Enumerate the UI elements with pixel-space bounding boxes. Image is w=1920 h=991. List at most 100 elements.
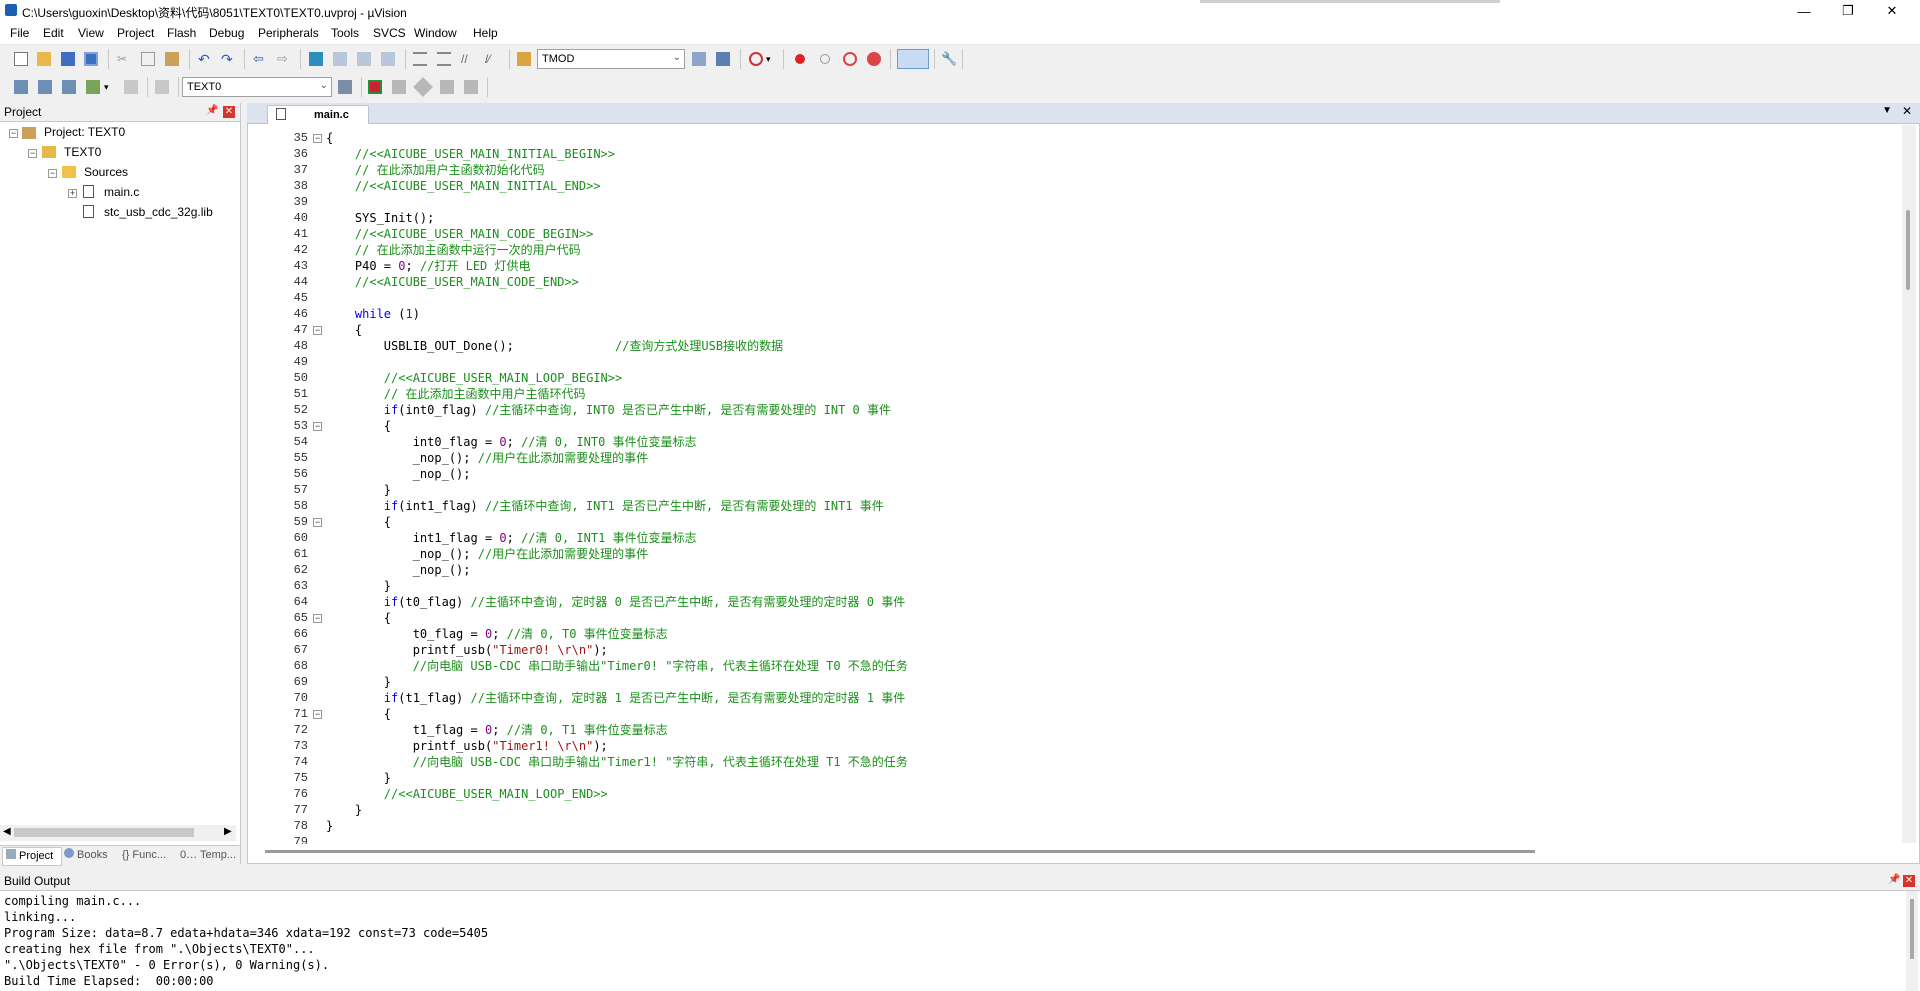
pin-icon[interactable]: 📌 <box>206 105 218 116</box>
code-line[interactable]: // 在此添加用户主函数初始化代码 <box>326 162 545 178</box>
unindent-icon[interactable] <box>437 52 451 66</box>
stop-build-icon[interactable] <box>124 80 138 94</box>
pack-installer-icon[interactable] <box>413 77 433 97</box>
navigate-back-icon[interactable]: ⇦ <box>253 52 267 66</box>
code-line[interactable]: //向电脑 USB-CDC 串口助手输出"Timer0! "字符串, 代表主循环… <box>326 658 908 674</box>
debug-dropdown-icon[interactable]: ▾ <box>766 52 780 66</box>
tab-project[interactable]: Project <box>2 847 62 866</box>
window-layout-button[interactable] <box>897 49 929 69</box>
incremental-find-icon[interactable] <box>716 52 730 66</box>
configure-icon[interactable]: 🔧 <box>941 52 957 66</box>
find-combo[interactable]: TMOD ⌄ <box>537 49 685 69</box>
code-line[interactable]: //<<AICUBE_USER_MAIN_CODE_BEGIN>> <box>326 226 593 242</box>
tab-templates[interactable]: 0… Temp... <box>180 847 240 864</box>
find-icon[interactable] <box>692 52 706 66</box>
manage-project-items-icon[interactable] <box>368 80 382 94</box>
menu-project[interactable]: Project <box>117 26 154 40</box>
code-line[interactable]: // 在此添加主函数中运行一次的用户代码 <box>326 242 581 258</box>
copy-icon[interactable] <box>141 52 155 66</box>
menu-peripherals[interactable]: Peripherals <box>258 26 319 40</box>
code-line[interactable]: { <box>326 322 362 338</box>
editor-vscrollbar[interactable] <box>1902 125 1916 843</box>
code-line[interactable]: //<<AICUBE_USER_MAIN_CODE_END>> <box>326 274 579 290</box>
code-line[interactable]: printf_usb("Timer1! \r\n"); <box>326 738 608 754</box>
code-line[interactable]: //向电脑 USB-CDC 串口助手输出"Timer1! "字符串, 代表主循环… <box>326 754 908 770</box>
code-line[interactable]: SYS_Init(); <box>326 210 434 226</box>
insert-bookmark-icon[interactable] <box>309 52 323 66</box>
code-line[interactable]: //<<AICUBE_USER_MAIN_INITIAL_END>> <box>326 178 601 194</box>
disable-breakpoint-icon[interactable] <box>820 54 830 64</box>
code-line[interactable]: int0_flag = 0; //清 0, INT0 事件位变量标志 <box>326 434 697 450</box>
code-line[interactable]: } <box>326 802 362 818</box>
save-icon[interactable] <box>61 52 75 66</box>
code-line[interactable]: printf_usb("Timer0! \r\n"); <box>326 642 608 658</box>
code-line[interactable]: _nop_(); <box>326 466 471 482</box>
menu-flash[interactable]: Flash <box>167 26 196 40</box>
build-icon[interactable] <box>38 80 52 94</box>
close-window-button[interactable]: ✕ <box>1872 0 1912 22</box>
code-line[interactable]: _nop_(); <box>326 562 471 578</box>
scroll-thumb[interactable] <box>265 850 1535 853</box>
code-line[interactable]: } <box>326 674 391 690</box>
select-software-packs-icon[interactable] <box>440 80 454 94</box>
menu-window[interactable]: Window <box>414 26 457 40</box>
code-line[interactable]: if(t1_flag) //主循环中查询, 定时器 1 是否已产生中断, 是否有… <box>326 690 905 706</box>
fold-toggle-icon[interactable]: − <box>313 134 322 143</box>
output-vscrollbar[interactable] <box>1906 891 1918 991</box>
new-file-icon[interactable] <box>14 52 28 66</box>
pack-manager-icon[interactable] <box>464 80 478 94</box>
code-line[interactable]: } <box>326 818 333 834</box>
code-line[interactable]: USBLIB_OUT_Done(); //查询方式处理USB接收的数据 <box>326 338 783 354</box>
tab-functions[interactable]: {} Func... <box>122 847 177 864</box>
maximize-button[interactable]: ❐ <box>1828 0 1868 22</box>
code-line[interactable]: if(t0_flag) //主循环中查询, 定时器 0 是否已产生中断, 是否有… <box>326 594 905 610</box>
scroll-thumb[interactable] <box>1910 899 1914 959</box>
indent-icon[interactable] <box>413 52 427 66</box>
tab-main-c[interactable]: main.c <box>267 105 369 124</box>
fold-toggle-icon[interactable]: − <box>313 422 322 431</box>
pin-icon[interactable]: 📌 <box>1888 874 1900 885</box>
minimize-button[interactable]: — <box>1784 0 1824 22</box>
fold-toggle-icon[interactable]: − <box>313 326 322 335</box>
code-line[interactable]: { <box>326 610 391 626</box>
code-line[interactable]: t0_flag = 0; //清 0, T0 事件位变量标志 <box>326 626 668 642</box>
disable-all-breakpoints-icon[interactable] <box>843 52 857 66</box>
next-bookmark-icon[interactable] <box>357 52 371 66</box>
run-time-environment-icon[interactable] <box>392 80 406 94</box>
code-line[interactable]: //<<AICUBE_USER_MAIN_LOOP_END>> <box>326 786 608 802</box>
breakpoint-icon[interactable] <box>795 54 805 64</box>
save-all-icon[interactable] <box>84 52 98 66</box>
cut-icon[interactable]: ✂ <box>117 52 131 66</box>
build-output-panel[interactable]: compiling main.c... linking... Program S… <box>0 891 1920 991</box>
rebuild-icon[interactable] <box>62 80 76 94</box>
code-line[interactable]: _nop_(); //用户在此添加需要处理的事件 <box>326 546 648 562</box>
code-line[interactable]: _nop_(); //用户在此添加需要处理的事件 <box>326 450 648 466</box>
code-line[interactable]: { <box>326 418 391 434</box>
target-combo[interactable]: TEXT0 ⌄ <box>182 77 332 97</box>
fold-toggle-icon[interactable]: − <box>313 614 322 623</box>
code-line[interactable]: } <box>326 482 391 498</box>
batch-dropdown-icon[interactable]: ▾ <box>104 80 118 94</box>
clear-bookmarks-icon[interactable] <box>381 52 395 66</box>
code-line[interactable]: } <box>326 578 391 594</box>
navigate-forward-icon[interactable]: ⇨ <box>277 52 291 66</box>
menu-help[interactable]: Help <box>473 26 498 40</box>
batch-build-icon[interactable] <box>86 80 100 94</box>
code-line[interactable]: //<<AICUBE_USER_MAIN_INITIAL_BEGIN>> <box>326 146 615 162</box>
code-line[interactable]: t1_flag = 0; //清 0, T1 事件位变量标志 <box>326 722 668 738</box>
close-panel-button[interactable]: ✕ <box>223 106 235 118</box>
undo-icon[interactable]: ↶ <box>198 52 212 66</box>
translate-icon[interactable] <box>14 80 28 94</box>
close-tab-icon[interactable]: ✕ <box>1902 104 1912 118</box>
redo-icon[interactable]: ↷ <box>221 52 235 66</box>
find-in-files-icon[interactable] <box>517 52 531 66</box>
code-line[interactable]: if(int1_flag) //主循环中查询, INT1 是否已产生中断, 是否… <box>326 498 884 514</box>
menu-tools[interactable]: Tools <box>331 26 359 40</box>
code-line[interactable]: while (1) <box>326 306 420 322</box>
menu-edit[interactable]: Edit <box>43 26 64 40</box>
code-line[interactable]: P40 = 0; //打开 LED 灯供电 <box>326 258 531 274</box>
code-line[interactable]: } <box>326 770 391 786</box>
prev-bookmark-icon[interactable] <box>333 52 347 66</box>
tab-list-dropdown-icon[interactable]: ▼ <box>1882 105 1892 116</box>
scroll-thumb[interactable] <box>1906 210 1910 290</box>
